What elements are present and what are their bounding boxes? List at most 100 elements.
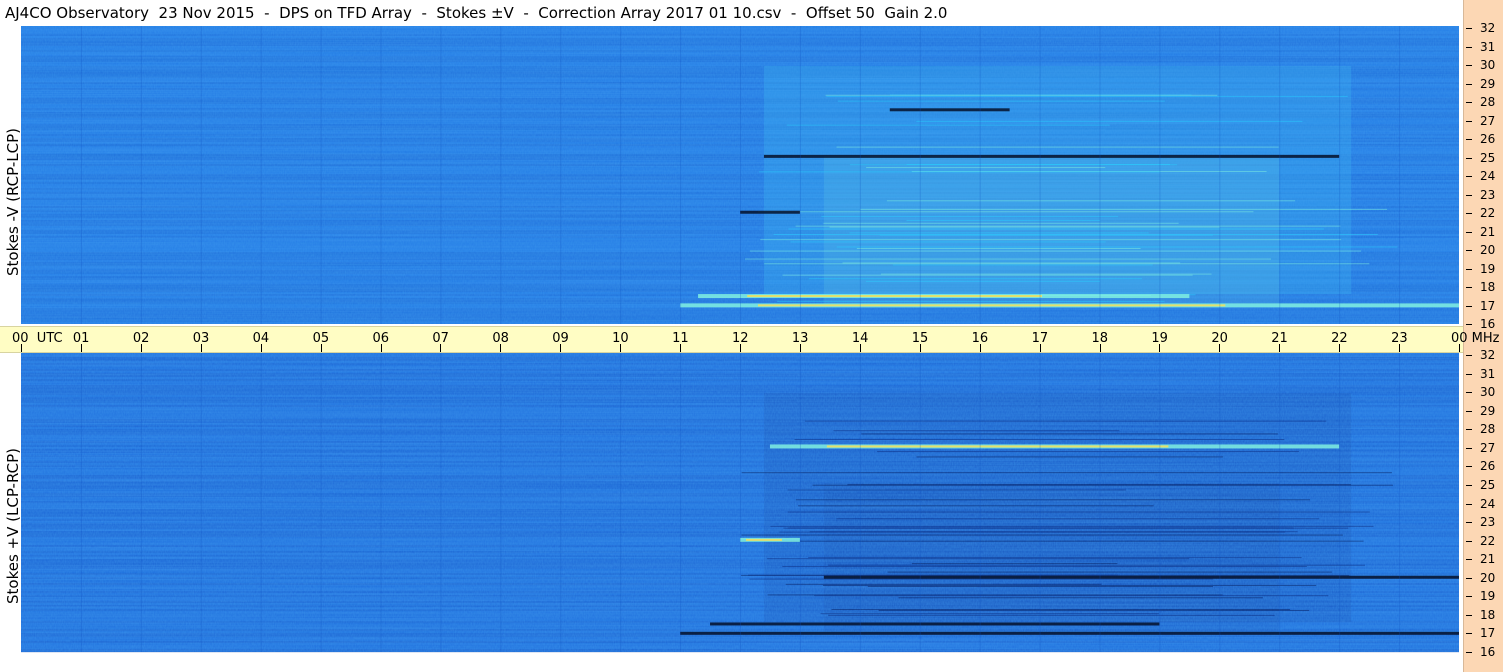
hot-streak-4 bbox=[826, 445, 1169, 448]
fine-streak bbox=[795, 225, 1341, 227]
fine-streak bbox=[828, 614, 1275, 616]
fine-streak bbox=[782, 274, 1193, 276]
fine-streak bbox=[787, 511, 1370, 513]
freq-tick bbox=[1466, 540, 1472, 542]
freq-tick-label: 29 bbox=[1480, 76, 1496, 91]
hour-gridline bbox=[1039, 26, 1041, 324]
freq-tick bbox=[1466, 194, 1472, 196]
top-spectrogram-panel bbox=[21, 26, 1459, 324]
fine-streak bbox=[773, 234, 1378, 236]
utc-tick-label: 11 bbox=[672, 331, 689, 346]
freq-tick bbox=[1466, 652, 1472, 653]
fine-streak bbox=[836, 518, 1320, 520]
freq-tick-label: 28 bbox=[1480, 422, 1496, 437]
freq-tick-label: 26 bbox=[1480, 459, 1496, 474]
fine-streak bbox=[785, 583, 1102, 585]
utc-tick-label: 14 bbox=[851, 331, 869, 346]
utc-tick-label: 01 bbox=[72, 331, 90, 346]
fine-streak bbox=[825, 94, 1218, 96]
fine-streak bbox=[787, 489, 1126, 491]
hour-gridline bbox=[1039, 353, 1041, 652]
freq-tick bbox=[1466, 596, 1472, 598]
freq-tick bbox=[1466, 373, 1472, 375]
hour-gridline bbox=[620, 26, 622, 324]
utc-tick-label: 17 bbox=[1031, 331, 1049, 346]
freq-tick-label: 25 bbox=[1480, 477, 1496, 492]
utc-tick-label: 08 bbox=[492, 331, 509, 346]
freq-tick-label: 19 bbox=[1480, 261, 1496, 276]
freq-tick bbox=[1466, 559, 1472, 561]
utc-tick-label: 19 bbox=[1151, 331, 1168, 346]
freq-tick-label: 24 bbox=[1480, 169, 1496, 183]
bottom-panel-label: Stokes +V (LCP-RCP) bbox=[4, 448, 22, 604]
freq-tick-label: 21 bbox=[1480, 552, 1496, 567]
freq-tick bbox=[1466, 287, 1472, 288]
freq-tick-label: 17 bbox=[1480, 626, 1496, 641]
fine-streak bbox=[880, 273, 1212, 275]
hour-gridline bbox=[919, 353, 921, 652]
fine-streak bbox=[812, 484, 1394, 486]
utc-tick-label: 15 bbox=[911, 331, 929, 346]
fine-streak bbox=[821, 215, 1119, 217]
hour-gridline bbox=[1399, 353, 1401, 652]
freq-tick-label: 18 bbox=[1480, 280, 1496, 294]
utc-tick-label: 13 bbox=[791, 331, 809, 346]
hour-gridline bbox=[859, 26, 861, 324]
hour-gridline bbox=[1339, 353, 1341, 652]
freq-tick-label: 30 bbox=[1480, 58, 1496, 72]
hour-gridline bbox=[979, 353, 981, 652]
fine-streak bbox=[849, 164, 1178, 166]
hour-gridline bbox=[1099, 26, 1101, 324]
freq-tick bbox=[1466, 466, 1472, 468]
hour-gridline bbox=[680, 353, 682, 652]
fine-streak bbox=[748, 574, 1118, 576]
freq-tick bbox=[1466, 522, 1472, 524]
fine-streak bbox=[836, 246, 1398, 248]
utc-tick-label: 10 bbox=[612, 331, 629, 346]
fine-streak bbox=[906, 220, 1101, 222]
freq-tick bbox=[1466, 250, 1472, 251]
hour-gridline bbox=[140, 26, 142, 324]
fine-streak bbox=[898, 597, 1263, 599]
freq-tick bbox=[1466, 484, 1472, 486]
fine-streak bbox=[866, 280, 1101, 282]
utc-tick-label: 05 bbox=[312, 331, 330, 346]
fine-streak bbox=[741, 540, 1364, 542]
hour-gridline bbox=[1399, 26, 1401, 324]
fine-streak bbox=[794, 439, 1285, 441]
fine-streak bbox=[856, 247, 1141, 249]
hour-gridline bbox=[320, 26, 322, 324]
fine-streak bbox=[744, 258, 1271, 260]
freq-tick bbox=[1466, 429, 1472, 431]
freq-tick-label: 25 bbox=[1480, 150, 1496, 165]
fine-streak bbox=[779, 531, 1286, 533]
freq-tick bbox=[1466, 28, 1472, 29]
freq-tick bbox=[1466, 503, 1472, 505]
fine-streak bbox=[749, 250, 1362, 252]
hot-streak-1 bbox=[757, 304, 1226, 307]
fine-streak bbox=[860, 208, 1388, 210]
hour-gridline bbox=[200, 353, 202, 652]
utc-tick-label: 20 bbox=[1211, 331, 1228, 346]
freq-tick bbox=[1466, 46, 1472, 48]
freq-tick-label: 21 bbox=[1480, 224, 1496, 239]
hour-gridline bbox=[680, 26, 682, 324]
fine-streak bbox=[887, 571, 1332, 573]
hour-gridline bbox=[440, 353, 442, 652]
hour-gridline bbox=[1159, 26, 1161, 324]
freq-tick-label: 27 bbox=[1480, 440, 1496, 455]
freq-tick-label: 17 bbox=[1480, 298, 1496, 313]
fine-streak bbox=[878, 609, 1310, 611]
fine-streak bbox=[786, 124, 1110, 126]
hour-gridline bbox=[80, 353, 82, 652]
freq-tick-label: 20 bbox=[1480, 570, 1496, 585]
freq-tick-label: 22 bbox=[1480, 206, 1496, 220]
freq-tick-label: 22 bbox=[1480, 533, 1496, 548]
fine-streak bbox=[795, 499, 1311, 501]
dark-feature-0 bbox=[680, 631, 1459, 635]
freq-tick-label: 19 bbox=[1480, 589, 1496, 604]
dark-feature-3 bbox=[763, 154, 1340, 158]
freq-tick-label: 27 bbox=[1480, 113, 1496, 128]
hour-gridline bbox=[919, 26, 921, 324]
utc-tick-label: 16 bbox=[971, 331, 989, 346]
